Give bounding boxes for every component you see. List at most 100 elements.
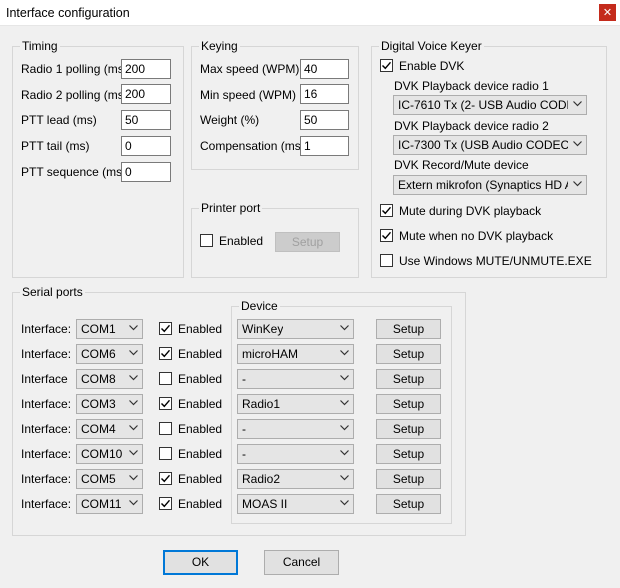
port-enabled-checkbox[interactable] xyxy=(159,422,172,435)
interface-label: Interface: xyxy=(21,422,72,436)
checkmark-icon xyxy=(161,499,171,508)
cancel-button[interactable]: Cancel xyxy=(264,550,339,575)
com-port-select[interactable]: COM8 xyxy=(76,369,143,389)
com-port-select[interactable]: COM4 xyxy=(76,419,143,439)
mute-during-checkbox[interactable] xyxy=(380,204,393,217)
interface-label: Interface: xyxy=(21,497,72,511)
enable-dvk-checkbox[interactable] xyxy=(380,59,393,72)
com-port-select[interactable]: COM1 xyxy=(76,319,143,339)
windows-mute-checkbox[interactable] xyxy=(380,254,393,267)
chevron-down-icon xyxy=(129,475,138,481)
device-setup-button[interactable]: Setup xyxy=(376,419,441,439)
compensation-input[interactable]: 1 xyxy=(300,136,349,156)
chevron-down-icon xyxy=(129,425,138,431)
device-setup-button[interactable]: Setup xyxy=(376,394,441,414)
printer-enabled-label: Enabled xyxy=(219,234,264,248)
chevron-down-icon xyxy=(340,500,349,506)
enable-dvk-label: Enable DVK xyxy=(399,59,465,73)
port-enabled-checkbox[interactable] xyxy=(159,497,172,510)
interface-label: Interface xyxy=(21,372,68,386)
device-select[interactable]: microHAM xyxy=(237,344,354,364)
mute-when-checkbox[interactable] xyxy=(380,229,393,242)
min-speed-input[interactable]: 16 xyxy=(300,84,349,104)
chevron-down-icon xyxy=(573,101,582,107)
com-port-select[interactable]: COM3 xyxy=(76,394,143,414)
port-enabled-label: Enabled xyxy=(178,472,223,486)
ptt-tail-input[interactable]: 0 xyxy=(121,136,171,156)
device-group-title: Device xyxy=(239,299,280,313)
device-select[interactable]: MOAS II xyxy=(237,494,354,514)
device-select[interactable]: - xyxy=(237,444,354,464)
checkmark-icon xyxy=(382,61,392,70)
record-mute-label: DVK Record/Mute device xyxy=(394,158,529,172)
com-port-select[interactable]: COM5 xyxy=(76,469,143,489)
close-icon: ✕ xyxy=(602,6,613,19)
chevron-down-icon xyxy=(129,375,138,381)
ptt-sequence-label: PTT sequence (ms) xyxy=(21,165,127,179)
radio2-polling-input[interactable]: 200 xyxy=(121,84,171,104)
com-port-select[interactable]: COM6 xyxy=(76,344,143,364)
port-enabled-label: Enabled xyxy=(178,447,223,461)
chevron-down-icon xyxy=(129,450,138,456)
chevron-down-icon xyxy=(340,425,349,431)
device-select[interactable]: Radio1 xyxy=(237,394,354,414)
device-setup-button[interactable]: Setup xyxy=(376,444,441,464)
device-select[interactable]: - xyxy=(237,369,354,389)
device-select[interactable]: WinKey xyxy=(237,319,354,339)
port-enabled-label: Enabled xyxy=(178,497,223,511)
playback2-select[interactable]: IC-7300 Tx (USB Audio CODEC ) xyxy=(393,135,587,155)
port-enabled-checkbox[interactable] xyxy=(159,347,172,360)
weight-label: Weight (%) xyxy=(200,113,260,127)
weight-input[interactable]: 50 xyxy=(300,110,349,130)
chevron-down-icon xyxy=(129,500,138,506)
max-speed-label: Max speed (WPM) xyxy=(200,62,300,76)
max-speed-input[interactable]: 40 xyxy=(300,59,349,79)
close-button[interactable]: ✕ xyxy=(599,4,616,21)
device-setup-button[interactable]: Setup xyxy=(376,369,441,389)
com-port-select[interactable]: COM10 xyxy=(76,444,143,464)
playback2-label: DVK Playback device radio 2 xyxy=(394,119,549,133)
checkmark-icon xyxy=(382,231,392,240)
port-enabled-checkbox[interactable] xyxy=(159,447,172,460)
device-select[interactable]: - xyxy=(237,419,354,439)
device-setup-button[interactable]: Setup xyxy=(376,344,441,364)
port-enabled-checkbox[interactable] xyxy=(159,322,172,335)
printer-setup-button[interactable]: Setup xyxy=(275,232,340,252)
windows-mute-label: Use Windows MUTE/UNMUTE.EXE xyxy=(399,254,592,268)
radio1-polling-input[interactable]: 200 xyxy=(121,59,171,79)
chevron-down-icon xyxy=(573,181,582,187)
device-setup-button[interactable]: Setup xyxy=(376,469,441,489)
chevron-down-icon xyxy=(129,350,138,356)
record-mute-select[interactable]: Extern mikrofon (Synaptics HD A xyxy=(393,175,587,195)
device-select[interactable]: Radio2 xyxy=(237,469,354,489)
dvk-group-title: Digital Voice Keyer xyxy=(379,39,484,53)
chevron-down-icon xyxy=(340,475,349,481)
ptt-sequence-input[interactable]: 0 xyxy=(121,162,171,182)
chevron-down-icon xyxy=(340,375,349,381)
mute-when-label: Mute when no DVK playback xyxy=(399,229,554,243)
chevron-down-icon xyxy=(340,400,349,406)
port-enabled-checkbox[interactable] xyxy=(159,372,172,385)
port-enabled-label: Enabled xyxy=(178,322,223,336)
window-title: Interface configuration xyxy=(6,6,130,20)
com-port-select[interactable]: COM11 xyxy=(76,494,143,514)
ptt-lead-input[interactable]: 50 xyxy=(121,110,171,130)
ok-button[interactable]: OK xyxy=(163,550,238,575)
title-bar: Interface configuration ✕ xyxy=(0,0,620,26)
compensation-label: Compensation (ms) xyxy=(200,139,305,153)
printer-enabled-checkbox[interactable] xyxy=(200,234,213,247)
playback1-select[interactable]: IC-7610 Tx (2- USB Audio CODEC xyxy=(393,95,587,115)
interface-label: Interface: xyxy=(21,397,72,411)
device-setup-button[interactable]: Setup xyxy=(376,319,441,339)
mute-during-label: Mute during DVK playback xyxy=(399,204,542,218)
port-enabled-checkbox[interactable] xyxy=(159,397,172,410)
port-enabled-checkbox[interactable] xyxy=(159,472,172,485)
checkmark-icon xyxy=(161,324,171,333)
chevron-down-icon xyxy=(129,325,138,331)
chevron-down-icon xyxy=(129,400,138,406)
chevron-down-icon xyxy=(340,450,349,456)
port-enabled-label: Enabled xyxy=(178,397,223,411)
device-setup-button[interactable]: Setup xyxy=(376,494,441,514)
port-enabled-label: Enabled xyxy=(178,347,223,361)
interface-label: Interface: xyxy=(21,447,72,461)
